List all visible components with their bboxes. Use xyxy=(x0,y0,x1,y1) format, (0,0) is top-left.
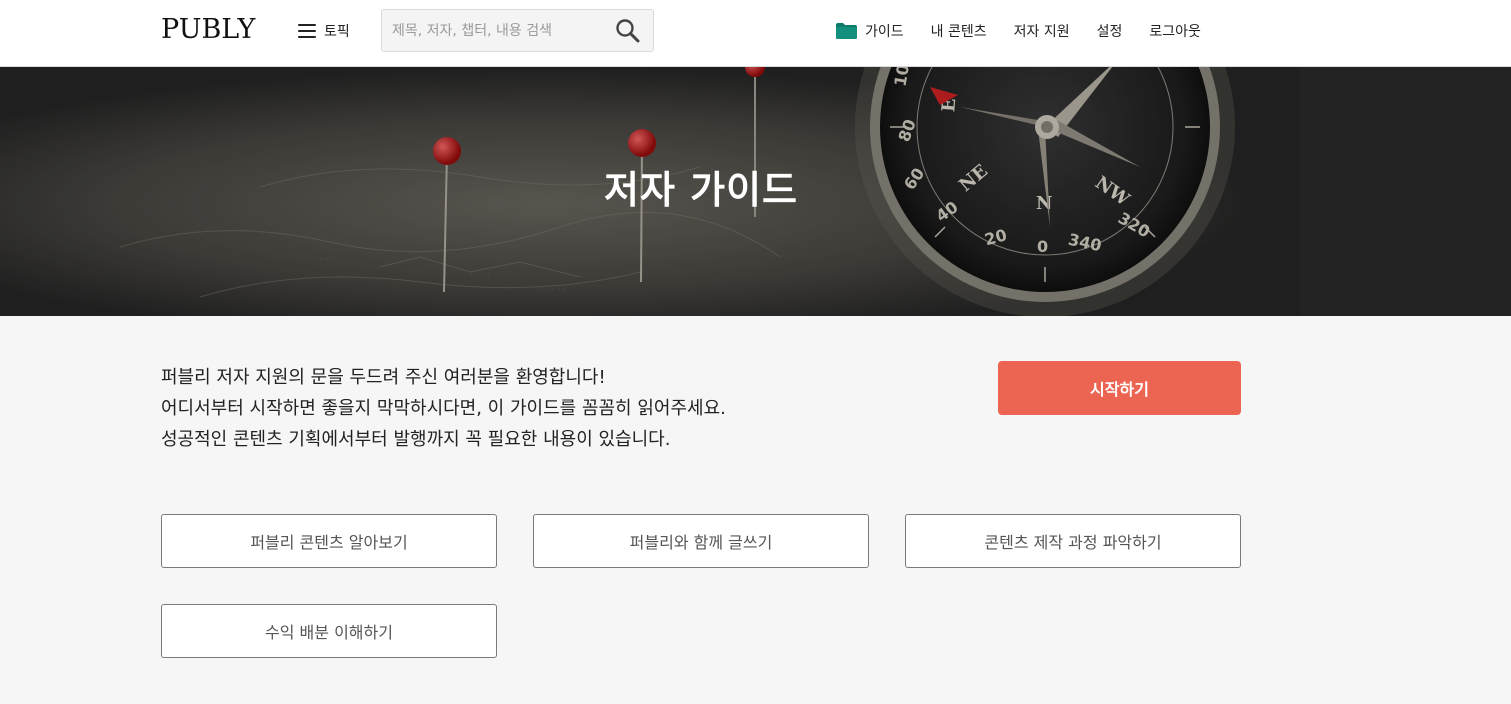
topic-menu-button[interactable]: 토픽 xyxy=(298,18,350,44)
guide-button-publy-contents[interactable]: 퍼블리 콘텐츠 알아보기 xyxy=(161,514,497,568)
intro-line-2: 어디서부터 시작하면 좋을지 막막하시다면, 이 가이드를 꼼꼼히 읽어주세요. xyxy=(161,398,726,419)
search-icon[interactable] xyxy=(615,18,641,44)
intro-line-3: 성공적인 콘텐츠 기획에서부터 발행까지 꼭 필요한 내용이 있습니다. xyxy=(161,429,671,450)
hero-title: 저자 가이드 xyxy=(603,168,799,212)
nav-settings[interactable]: 설정 xyxy=(1097,21,1123,41)
nav-logout[interactable]: 로그아웃 xyxy=(1149,21,1201,41)
hero-banner: · · · · · · · · · · · · 100 80 60 40 20 … xyxy=(0,67,1511,316)
main-nav: 가이드 내 콘텐츠 저자 지원 설정 로그아웃 xyxy=(835,20,1201,42)
guide-button-write-with-publy[interactable]: 퍼블리와 함께 글쓰기 xyxy=(533,514,869,568)
guide-button-production-process[interactable]: 콘텐츠 제작 과정 파악하기 xyxy=(905,514,1241,568)
intro-line-1: 퍼블리 저자 지원의 문을 두드려 주신 여러분을 환영합니다! xyxy=(161,367,606,388)
topic-label: 토픽 xyxy=(324,24,350,40)
search-box xyxy=(381,9,654,52)
start-button[interactable]: 시작하기 xyxy=(998,361,1241,415)
nav-guide[interactable]: 가이드 xyxy=(835,21,904,41)
folder-icon xyxy=(836,23,857,39)
nav-my-contents[interactable]: 내 콘텐츠 xyxy=(931,21,987,41)
nav-guide-label: 가이드 xyxy=(865,24,904,40)
search-input[interactable] xyxy=(382,10,612,51)
publy-logo[interactable]: PUBLY xyxy=(161,14,255,45)
top-navigation-bar: PUBLY 토픽 가이드 내 콘텐츠 저자 지원 설정 로그아웃 xyxy=(0,0,1511,67)
guide-button-revenue-share[interactable]: 수익 배분 이해하기 xyxy=(161,604,497,658)
nav-author-support[interactable]: 저자 지원 xyxy=(1014,21,1070,41)
intro-text: 퍼블리 저자 지원의 문을 두드려 주신 여러분을 환영합니다! 어디서부터 시… xyxy=(161,362,921,455)
hamburger-icon xyxy=(298,24,316,38)
